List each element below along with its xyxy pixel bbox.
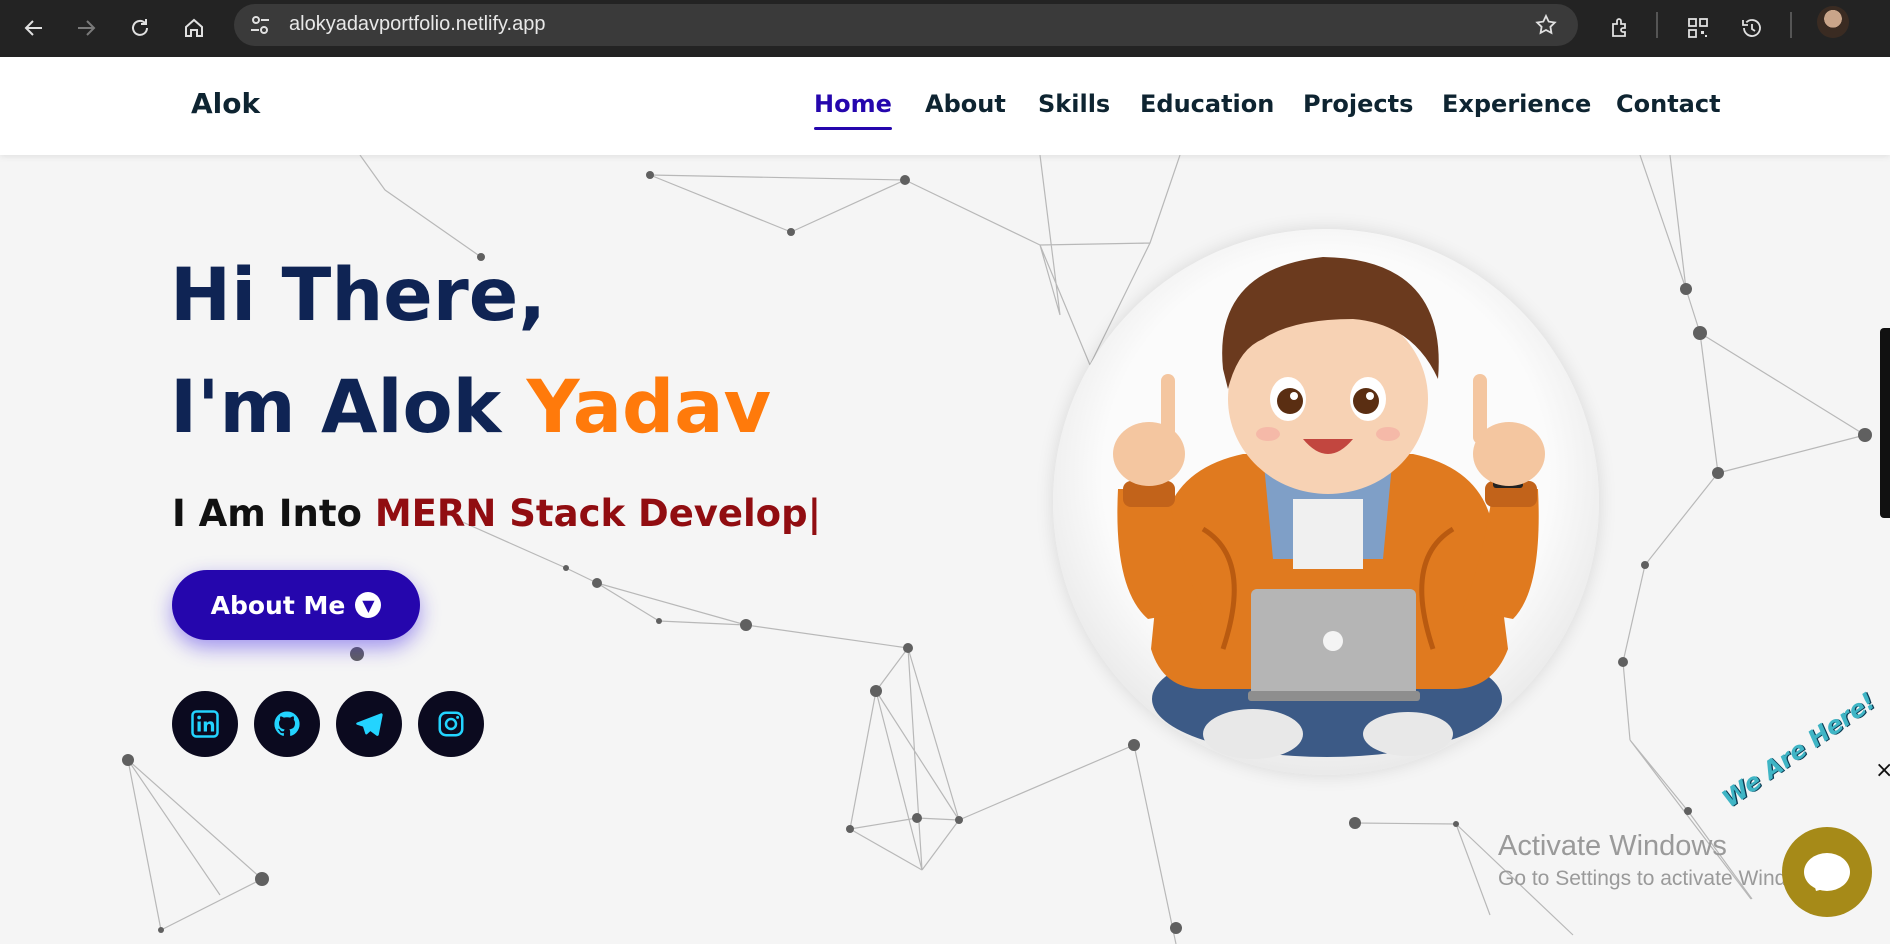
nav-home[interactable]: Home [814, 90, 892, 130]
forward-button[interactable] [66, 8, 106, 48]
watermark-subtitle: Go to Settings to activate Windows. [1498, 867, 1830, 890]
hero-avatar-image [1053, 229, 1599, 775]
site-header: Alok Home About Skills Education Project… [0, 57, 1890, 155]
reload-button[interactable] [120, 8, 160, 48]
about-me-button[interactable]: About Me ▼ [172, 570, 420, 640]
back-button[interactable] [14, 8, 54, 48]
hero-greeting: Hi There, [170, 253, 547, 338]
chat-bubble-icon [1804, 853, 1850, 891]
site-settings-icon[interactable] [248, 13, 272, 37]
arrow-down-circle-icon: ▼ [355, 592, 382, 618]
hero-name-prefix: I'm Alok [170, 365, 527, 450]
close-widget-icon[interactable]: × [1875, 758, 1890, 783]
url-text[interactable]: alokyadavportfolio.netlify.app [289, 13, 545, 36]
forward-arrow-icon [78, 20, 96, 36]
hero-name-accent: Yadav [526, 365, 772, 450]
address-bar[interactable]: alokyadavportfolio.netlify.app [234, 4, 1578, 46]
nav-contact[interactable]: Contact [1616, 90, 1721, 118]
home-button[interactable] [174, 8, 214, 48]
nav-education[interactable]: Education [1140, 90, 1274, 118]
reload-icon [132, 19, 148, 36]
watermark-title: Activate Windows [1498, 830, 1727, 862]
chat-launcher-button[interactable] [1782, 827, 1872, 917]
linkedin-link[interactable] [172, 691, 238, 757]
github-icon [274, 711, 300, 736]
history-button[interactable] [1732, 8, 1772, 48]
bookmark-star-icon[interactable] [1534, 13, 1558, 37]
toolbar-divider [1656, 12, 1658, 38]
windows-activation-watermark: Activate Windows Go to Settings to activ… [1498, 830, 1830, 891]
nav-projects[interactable]: Projects [1303, 90, 1413, 118]
back-arrow-icon [24, 20, 42, 36]
side-share-toolbar[interactable] [1880, 328, 1890, 518]
cartoon-developer-illustration [1113, 257, 1545, 759]
hero-name: I'm Alok Yadav [170, 365, 771, 450]
history-icon [1742, 19, 1761, 37]
telegram-icon [356, 713, 383, 736]
puzzle-icon [1612, 18, 1626, 37]
typed-text: MERN Stack Develop| [374, 492, 822, 535]
typed-prefix: I Am Into [172, 492, 375, 535]
about-me-label: About Me [210, 590, 346, 620]
profile-avatar[interactable] [1817, 6, 1849, 38]
nav-experience[interactable]: Experience [1442, 90, 1591, 118]
qr-button[interactable] [1678, 8, 1718, 48]
site-logo[interactable]: Alok [191, 87, 260, 120]
home-icon [185, 18, 203, 37]
browser-toolbar: alokyadavportfolio.netlify.app [0, 0, 1890, 57]
hero-section: Hi There, I'm Alok Yadav I Am Into MERN … [0, 155, 1890, 944]
linkedin-icon [191, 710, 219, 738]
qr-code-icon [1688, 18, 1708, 38]
instagram-icon [438, 711, 464, 737]
typed-tagline: I Am Into MERN Stack Develop| [172, 492, 821, 535]
nav-about[interactable]: About [925, 90, 1006, 118]
nav-skills[interactable]: Skills [1038, 90, 1110, 118]
toolbar-divider [1790, 12, 1792, 38]
extensions-button[interactable] [1600, 8, 1640, 48]
github-link[interactable] [254, 691, 320, 757]
telegram-link[interactable] [336, 691, 402, 757]
instagram-link[interactable] [418, 691, 484, 757]
